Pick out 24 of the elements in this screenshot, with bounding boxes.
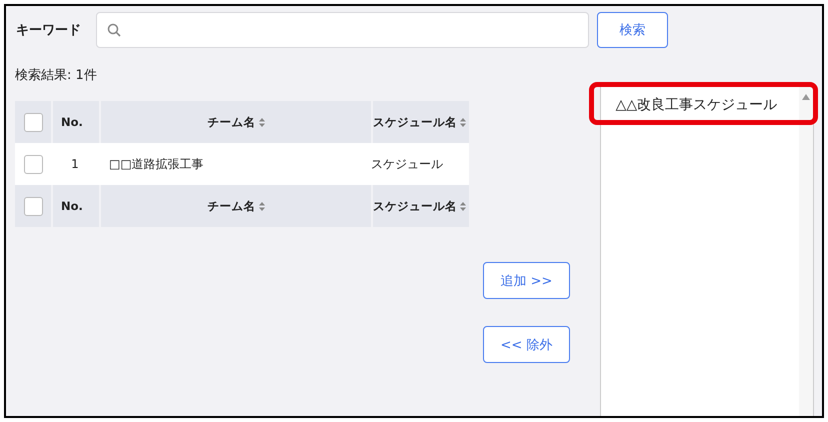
column-header: No. (61, 115, 83, 129)
sort-icon (258, 202, 264, 211)
table-cell: 1 (71, 157, 79, 171)
sort-icon (460, 202, 466, 211)
column-header[interactable]: チーム名 (208, 198, 256, 212)
sort-icon (258, 118, 264, 127)
checkbox[interactable] (24, 112, 42, 132)
search-icon (107, 23, 121, 37)
column-header[interactable]: チーム名 (208, 114, 256, 128)
scroll-up-icon (802, 94, 810, 100)
keyword-label: キーワード (16, 22, 82, 39)
sort-icon (460, 118, 466, 127)
column-header: No. (61, 199, 83, 213)
table-cell: スケジュール (371, 156, 443, 170)
list-box[interactable]: △△改良工事スケジュール (600, 85, 814, 416)
list-item[interactable]: △△改良工事スケジュール (616, 96, 778, 114)
checkbox[interactable] (24, 196, 42, 216)
search-field[interactable] (96, 12, 589, 48)
table-cell: □□道路拡張工事 (109, 156, 204, 170)
result-count: 検索結果: 1件 (15, 67, 98, 85)
remove-button[interactable]: << 除外 (483, 326, 570, 363)
search-button[interactable]: 検索 (597, 12, 668, 48)
add-button[interactable]: 追加 >> (483, 262, 570, 299)
checkbox[interactable] (24, 154, 42, 174)
